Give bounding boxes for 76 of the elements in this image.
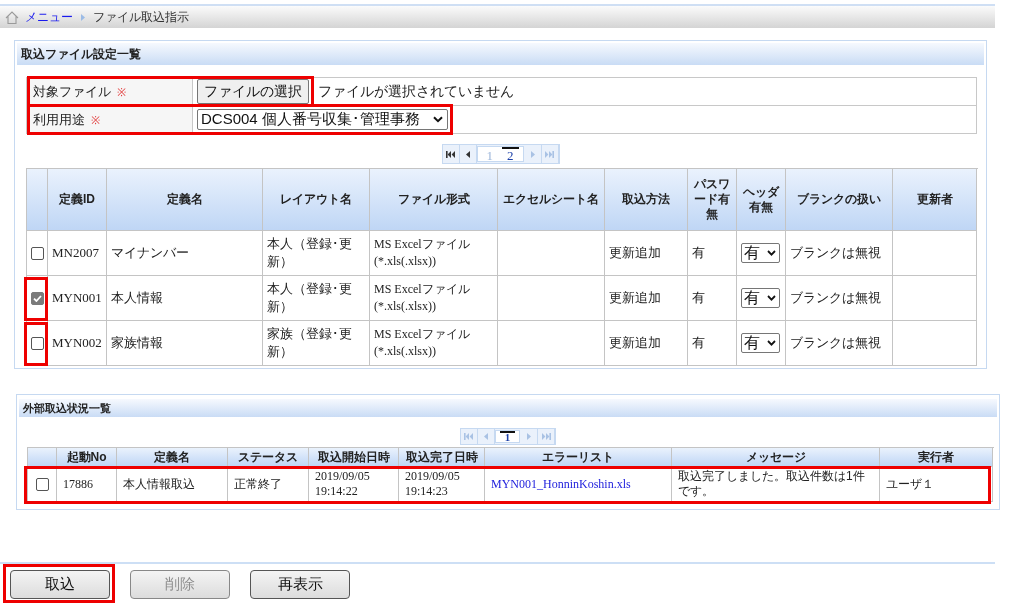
skip-end-icon [541,433,551,440]
action-button[interactable]: 再表示 [250,570,350,599]
table-cell: ブランクは無視 [786,321,893,366]
triangle-right-icon [530,150,535,158]
caret-down-icon [767,250,776,256]
table-cell: 更新追加 [605,276,688,321]
table-cell: 本人情報 [107,276,263,321]
table-cell: MS Excelファイル(*.xls(.xlsx)) [370,276,498,321]
error-list-link[interactable]: MYN001_HonninKoshin.xls [491,476,631,492]
skip-start-icon [446,150,455,158]
table-cell: 有 [688,231,737,276]
table-cell: 2019/09/05 19:14:22 [309,467,399,502]
row-checkbox[interactable] [30,336,44,350]
table-cell: MN2007 [48,231,107,276]
table-cell: 更新追加 [605,231,688,276]
column-header: ヘッダ有無 [737,169,786,231]
breadcrumb-current: ファイル取込指示 [93,8,189,26]
column-header: エクセルシート名 [498,169,605,231]
table-cell: 17886 [57,467,117,502]
section-title: 取込ファイル設定一覧 [17,43,984,65]
table-cell: 家族（登録･更新） [263,321,370,366]
table-cell: ユーザ１ [880,467,993,502]
table-cell: 有 [688,321,737,366]
column-header: 実行者 [880,448,993,467]
table-cell: 本人（登録･更新） [263,276,370,321]
header-select[interactable]: 有 [741,243,780,263]
field-label: 利用用途 [33,110,85,129]
triangle-right-icon [527,433,532,440]
triangle-right-icon [81,13,85,21]
table-cell: 2019/09/05 19:14:23 [399,467,485,502]
triangle-left-icon [483,433,488,440]
table-cell: 更新追加 [605,321,688,366]
check-icon [32,294,42,302]
skip-start-icon [464,433,474,440]
table-cell: MS Excelファイル(*.xls(.xlsx)) [370,231,498,276]
breadcrumb-link[interactable]: メニュー [25,8,73,26]
table-cell: 家族情報 [107,321,263,366]
caret-down-icon [433,116,443,123]
table-cell: 正常終了 [228,467,309,502]
table-cell: 有 [688,276,737,321]
header-select[interactable]: 有 [741,288,780,308]
column-header: 更新者 [893,169,977,231]
caret-down-icon [767,340,776,346]
action-button[interactable]: 取込 [10,570,110,599]
table-cell: ブランクは無視 [786,231,893,276]
table-cell: MYN001 [48,276,107,321]
table-cell: 取込完了しました。取込件数は1件です。 [672,467,880,502]
required-mark: ※ [117,85,126,99]
table-cell: マイナンバー [107,231,263,276]
column-header: ファイル形式 [370,169,498,231]
row-checkbox[interactable] [30,246,44,260]
caret-down-icon [767,295,776,301]
row-checkbox[interactable] [30,291,44,305]
skip-end-icon [545,150,554,158]
table-cell: ブランクは無視 [786,276,893,321]
triangle-left-icon [465,150,470,158]
column-header: パスワード有無 [688,169,737,231]
table-cell: 本人（登録･更新） [263,231,370,276]
header-select[interactable]: 有 [741,333,780,353]
field-label: 対象ファイル [33,82,111,101]
column-header: レイアウト名 [263,169,370,231]
section-title: 外部取込状況一覧 [19,399,997,417]
file-status-text: ファイルが選択されていません [318,82,514,101]
table-cell: 本人情報取込 [117,467,228,502]
required-mark: ※ [91,113,100,127]
column-header: 定義ID [48,169,107,231]
column-header: 取込方法 [605,169,688,231]
column-header: 定義名 [107,169,263,231]
row-checkbox[interactable] [35,477,49,491]
purpose-select[interactable]: DCS004 個人番号収集･管理事務 [197,109,448,130]
column-header: ブランクの扱い [786,169,893,231]
table-cell: MYN002 [48,321,107,366]
page-button[interactable]: 2 [502,147,519,161]
file-select-button[interactable]: ファイルの選択 [197,79,309,104]
table-cell: MS Excelファイル(*.xls(.xlsx)) [370,321,498,366]
home-icon [5,10,19,24]
